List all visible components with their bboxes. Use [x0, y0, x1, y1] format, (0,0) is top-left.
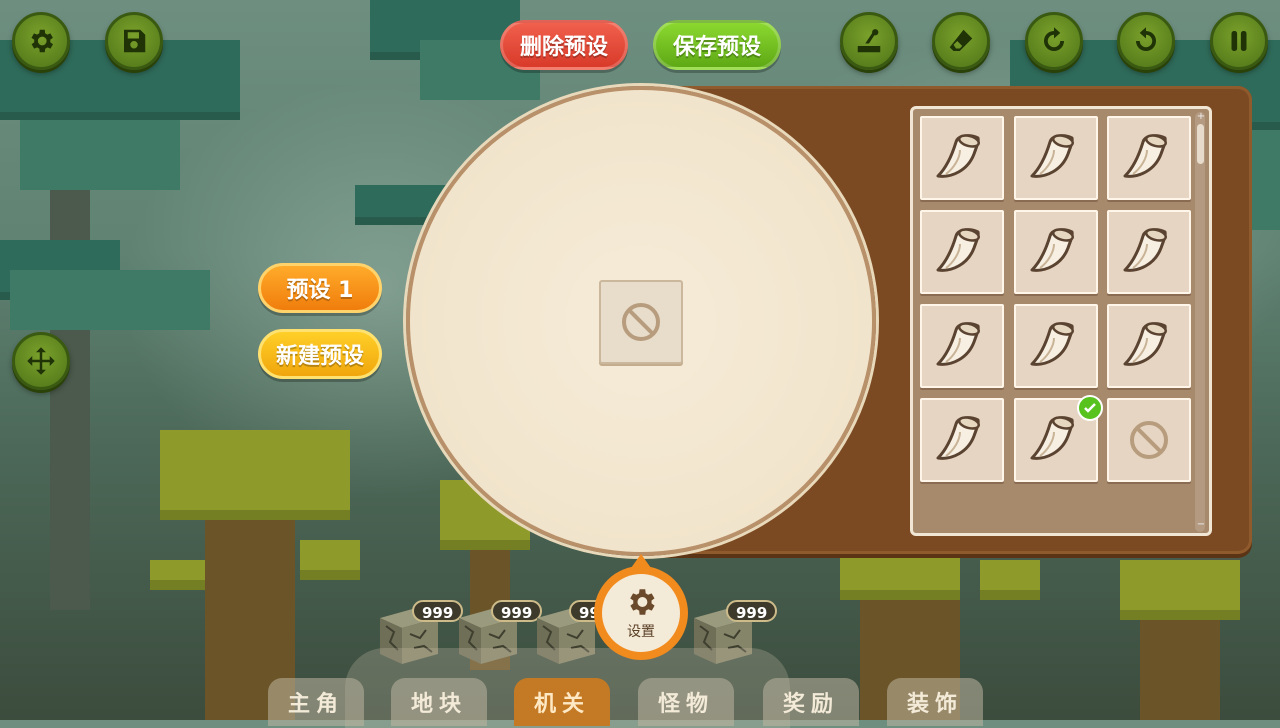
save-icon [124, 29, 146, 53]
horn-icon [936, 322, 980, 366]
move-button[interactable] [12, 332, 70, 390]
item-slot[interactable] [1107, 304, 1191, 388]
horn-icon [1030, 134, 1074, 178]
item-slot[interactable] [1107, 116, 1191, 200]
empty-slot-icon [1130, 421, 1168, 459]
undo-button[interactable] [1117, 12, 1175, 70]
tab-4[interactable]: 奖励 [763, 678, 859, 726]
tab-5[interactable]: 装饰 [887, 678, 983, 726]
redo-icon [1044, 27, 1064, 51]
lever-button[interactable] [840, 12, 898, 70]
tab-1[interactable]: 地块 [391, 678, 487, 726]
item-slot[interactable] [920, 210, 1004, 294]
item-slot[interactable] [920, 116, 1004, 200]
horn-icon [1030, 322, 1074, 366]
delete-preset-button[interactable]: 删除预设 [500, 20, 628, 70]
tab-2[interactable]: 机关 [514, 678, 610, 726]
new-preset-button[interactable]: 新建预设 [258, 329, 382, 379]
item-slot[interactable] [920, 398, 1004, 482]
checkmark-icon [1077, 395, 1103, 421]
horn-icon [936, 228, 980, 272]
settings-gear-button[interactable] [12, 12, 70, 70]
scroll-up-icon[interactable]: + [1196, 112, 1206, 122]
item-slot[interactable] [1107, 398, 1191, 482]
item-slot[interactable] [1014, 304, 1098, 388]
pause-icon [1231, 31, 1247, 51]
item-slot[interactable] [920, 304, 1004, 388]
preview-slot[interactable] [599, 280, 683, 364]
save-button[interactable] [105, 12, 163, 70]
item-grid-scrollbar[interactable] [1195, 112, 1205, 532]
eraser-button[interactable] [932, 12, 990, 70]
horn-icon [1123, 322, 1167, 366]
gear-icon [630, 589, 655, 615]
empty-slot-icon [622, 303, 660, 341]
preset-1-button[interactable]: 预设 1 [258, 263, 382, 313]
redo-button[interactable] [1025, 12, 1083, 70]
horn-icon [936, 416, 980, 460]
horn-icon [1030, 416, 1074, 460]
move-icon [27, 347, 55, 375]
item-slot[interactable] [1014, 210, 1098, 294]
horn-icon [936, 134, 980, 178]
horn-icon [1123, 228, 1167, 272]
horn-icon [1030, 228, 1074, 272]
undo-icon [1136, 27, 1156, 51]
item-slot[interactable] [1107, 210, 1191, 294]
tab-0[interactable]: 主角 [268, 678, 364, 726]
settings-label: 设置 [627, 624, 655, 640]
gear-icon [31, 29, 54, 53]
horn-icon [1123, 134, 1167, 178]
pause-button[interactable] [1210, 12, 1268, 70]
scroll-down-icon[interactable]: − [1196, 520, 1206, 530]
tab-3[interactable]: 怪物 [638, 678, 734, 726]
item-count-badge: 999 [726, 600, 778, 622]
lever-icon [857, 29, 881, 53]
settings-button[interactable]: 设置 [594, 566, 688, 660]
scrollbar-thumb[interactable] [1197, 124, 1204, 164]
eraser-icon [949, 29, 973, 51]
item-slot[interactable] [1014, 116, 1098, 200]
save-preset-button[interactable]: 保存预设 [653, 20, 781, 70]
